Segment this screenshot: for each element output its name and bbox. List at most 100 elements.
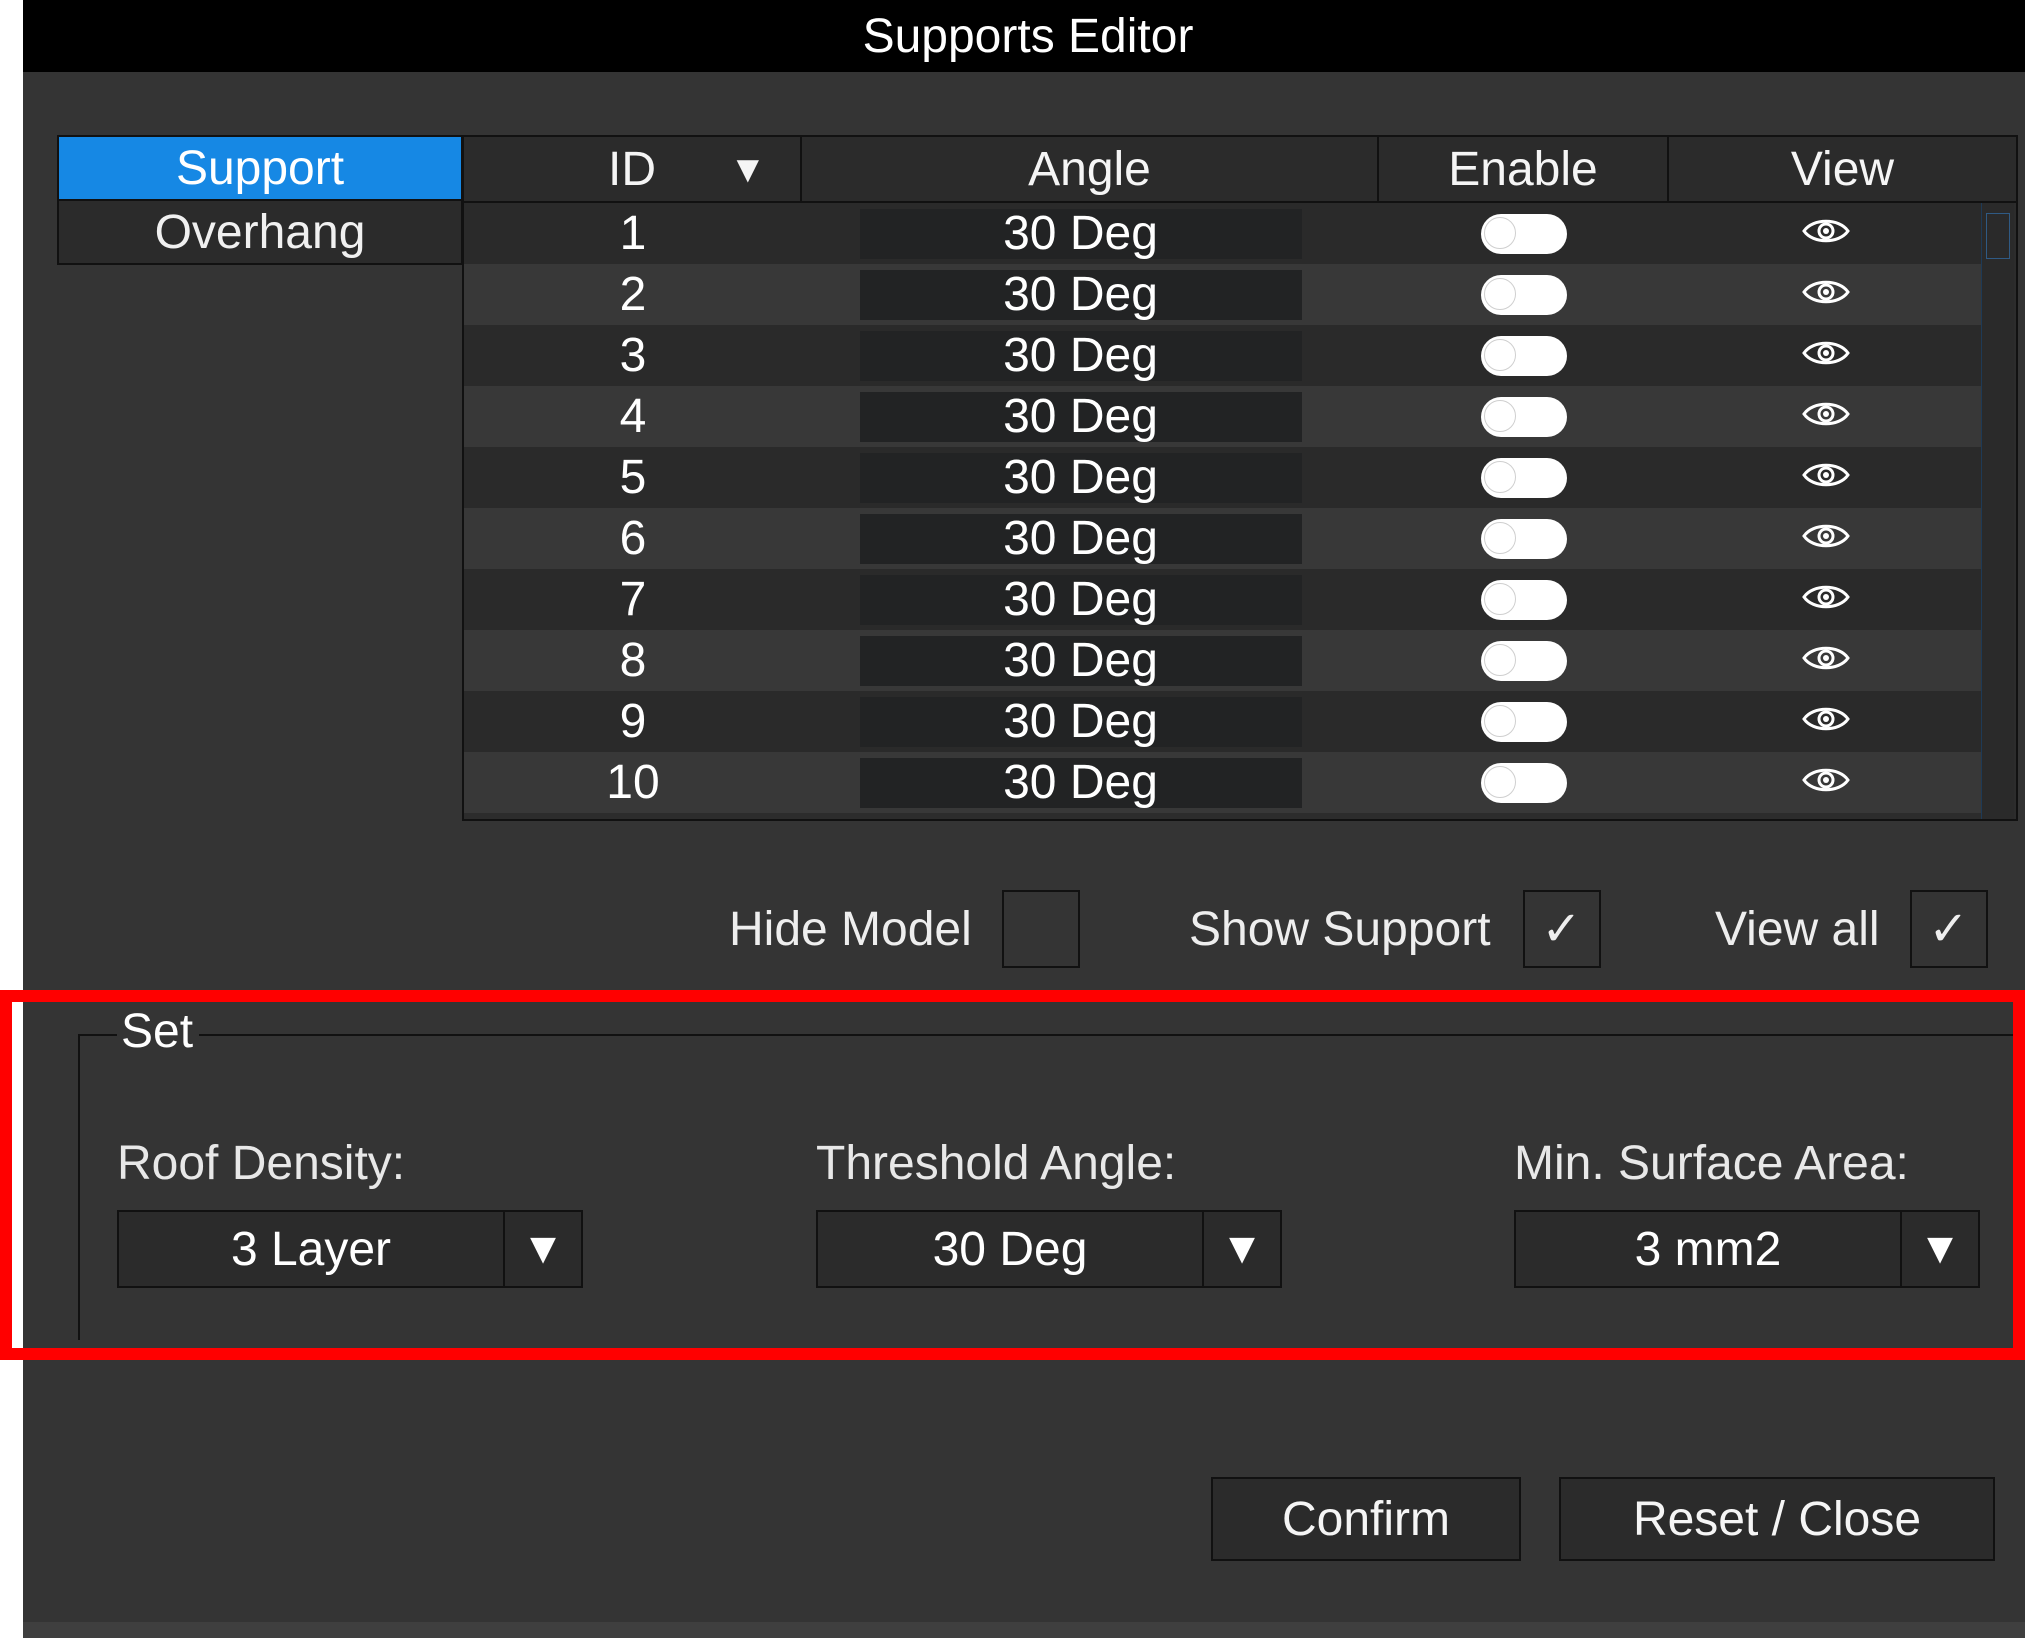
row-view-cell (1669, 763, 1982, 802)
enable-toggle[interactable] (1481, 762, 1567, 803)
table-row[interactable]: 8 30 Deg (464, 630, 1982, 691)
table-scrollbar[interactable] (1981, 203, 2014, 819)
table-row[interactable]: 9 30 Deg (464, 691, 1982, 752)
show-support-check-mark: ✓ (1541, 903, 1582, 956)
row-angle-cell: 30 Deg (802, 756, 1379, 809)
table-row[interactable]: 7 30 Deg (464, 569, 1982, 630)
window-title: Supports Editor (862, 9, 1194, 63)
view-all-label: View all (1715, 902, 1880, 956)
scrollbar-thumb[interactable] (1986, 213, 2010, 259)
title-bar: Supports Editor (23, 0, 2025, 72)
row-angle-field[interactable]: 30 Deg (859, 756, 1302, 809)
row-id: 6 (619, 512, 647, 565)
row-id: 9 (619, 695, 647, 748)
sort-down-icon[interactable]: ▼ (729, 149, 767, 192)
enable-toggle[interactable] (1481, 396, 1567, 437)
eye-icon[interactable] (1801, 641, 1851, 680)
row-angle-cell: 30 Deg (802, 512, 1379, 565)
row-angle-field[interactable]: 30 Deg (859, 390, 1302, 443)
table-row[interactable]: 10 30 Deg (464, 752, 1982, 813)
row-angle-field[interactable]: 30 Deg (859, 207, 1302, 260)
row-angle-cell: 30 Deg (802, 451, 1379, 504)
enable-toggle[interactable] (1481, 213, 1567, 254)
eye-icon[interactable] (1801, 458, 1851, 497)
row-id: 8 (619, 634, 647, 687)
eye-icon[interactable] (1801, 275, 1851, 314)
eye-icon[interactable] (1801, 397, 1851, 436)
row-angle-field[interactable]: 30 Deg (859, 573, 1302, 626)
row-id: 5 (619, 451, 647, 504)
row-angle-cell: 30 Deg (802, 573, 1379, 626)
row-angle-field[interactable]: 30 Deg (859, 329, 1302, 382)
row-angle-cell: 30 Deg (802, 695, 1379, 748)
row-id: 1 (619, 207, 647, 260)
row-angle-cell: 30 Deg (802, 268, 1379, 321)
row-angle-field[interactable]: 30 Deg (859, 695, 1302, 748)
row-angle-field[interactable]: 30 Deg (859, 634, 1302, 687)
row-id: 4 (619, 390, 647, 443)
row-enable-cell (1379, 762, 1669, 803)
row-angle-field[interactable]: 30 Deg (859, 268, 1302, 321)
eye-icon[interactable] (1801, 702, 1851, 741)
show-support-checkbox[interactable]: ✓ (1522, 890, 1601, 968)
enable-toggle[interactable] (1481, 640, 1567, 681)
row-view-cell (1669, 336, 1982, 375)
reset-close-button[interactable]: Reset / Close (1559, 1477, 1995, 1561)
row-view-cell (1669, 641, 1982, 680)
row-angle-field[interactable]: 30 Deg (859, 451, 1302, 504)
confirm-button[interactable]: Confirm (1211, 1477, 1521, 1561)
table-body: 1 30 Deg 2 30 Deg 3 30 Deg 4 30 Deg 5 30 Deg 6 30 D… (464, 203, 1982, 813)
column-header-angle[interactable]: Angle (802, 137, 1379, 203)
hide-model-checkbox[interactable] (1001, 890, 1080, 968)
enable-toggle[interactable] (1481, 579, 1567, 620)
enable-toggle[interactable] (1481, 701, 1567, 742)
bottom-edge (23, 1622, 2025, 1638)
row-enable-cell (1379, 518, 1669, 559)
row-view-cell (1669, 519, 1982, 558)
table-row[interactable]: 2 30 Deg (464, 264, 1982, 325)
category-overhang[interactable]: Overhang (57, 199, 463, 265)
row-angle-cell: 30 Deg (802, 390, 1379, 443)
row-view-cell (1669, 702, 1982, 741)
hide-model-option: Hide Model (729, 890, 1080, 968)
table-row[interactable]: 5 30 Deg (464, 447, 1982, 508)
eye-icon[interactable] (1801, 763, 1851, 802)
row-view-cell (1669, 275, 1982, 314)
row-enable-cell (1379, 640, 1669, 681)
view-all-check-mark: ✓ (1928, 903, 1969, 956)
table-row[interactable]: 6 30 Deg (464, 508, 1982, 569)
table-row[interactable]: 1 30 Deg (464, 203, 1982, 264)
enable-toggle[interactable] (1481, 274, 1567, 315)
row-angle-cell: 30 Deg (802, 207, 1379, 260)
row-id: 2 (619, 268, 647, 321)
enable-toggle[interactable] (1481, 457, 1567, 498)
highlight-box (0, 990, 2025, 1360)
show-support-option: Show Support ✓ (1189, 890, 1601, 968)
row-enable-cell (1379, 335, 1669, 376)
eye-icon[interactable] (1801, 336, 1851, 375)
view-all-checkbox[interactable]: ✓ (1909, 890, 1988, 968)
column-header-enable[interactable]: Enable (1379, 137, 1669, 203)
row-angle-cell: 30 Deg (802, 634, 1379, 687)
category-support[interactable]: Support (57, 135, 463, 201)
row-id: 7 (619, 573, 647, 626)
row-angle-field[interactable]: 30 Deg (859, 512, 1302, 565)
table-header: ID ▼ Angle Enable View (464, 137, 2016, 203)
row-enable-cell (1379, 396, 1669, 437)
eye-icon[interactable] (1801, 214, 1851, 253)
row-enable-cell (1379, 274, 1669, 315)
show-support-label: Show Support (1189, 902, 1491, 956)
enable-toggle[interactable] (1481, 518, 1567, 559)
row-id: 3 (619, 329, 647, 382)
supports-editor-window: Supports Editor Support Overhang ID ▼ An… (23, 0, 2025, 1638)
row-view-cell (1669, 580, 1982, 619)
table-row[interactable]: 3 30 Deg (464, 325, 1982, 386)
enable-toggle[interactable] (1481, 335, 1567, 376)
eye-icon[interactable] (1801, 580, 1851, 619)
table-row[interactable]: 4 30 Deg (464, 386, 1982, 447)
hide-model-label: Hide Model (729, 902, 972, 956)
column-header-view[interactable]: View (1669, 137, 2016, 203)
view-all-option: View all ✓ (1715, 890, 1988, 968)
eye-icon[interactable] (1801, 519, 1851, 558)
column-header-id[interactable]: ID ▼ (464, 137, 802, 203)
